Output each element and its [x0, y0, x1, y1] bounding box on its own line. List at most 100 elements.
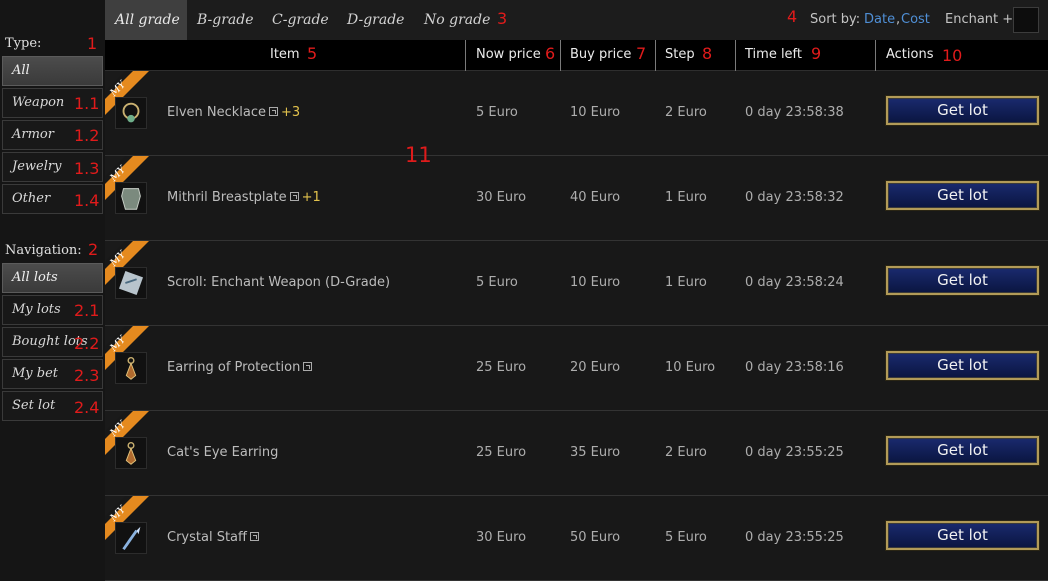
annotation-marker: 2.4	[74, 398, 100, 417]
item-info-icon[interactable]	[289, 192, 299, 201]
time-left-value: 0 day 23:58:38	[745, 105, 844, 120]
item-name[interactable]: Crystal Staff	[167, 530, 262, 545]
get-lot-button[interactable]: Get lot	[886, 181, 1039, 210]
get-lot-button[interactable]: Get lot	[886, 351, 1039, 380]
now-price-value: 25 Euro	[476, 360, 527, 375]
grade-tab-d[interactable]: D-grade	[347, 0, 404, 40]
get-lot-button[interactable]: Get lot	[886, 436, 1039, 465]
item-info-icon[interactable]	[303, 362, 313, 371]
time-left-value: 0 day 23:55:25	[745, 445, 844, 460]
item-info-icon[interactable]	[249, 532, 259, 541]
get-lot-button[interactable]: Get lot	[886, 521, 1039, 550]
column-buy-price[interactable]: Buy price	[570, 47, 631, 62]
column-time-left[interactable]: Time left	[745, 47, 802, 62]
enchant-label: Enchant +	[945, 12, 1014, 27]
item-name-text: Crystal Staff	[167, 530, 247, 545]
navigation-heading: Navigation:	[5, 243, 82, 258]
step-value: 5 Euro	[665, 530, 707, 545]
table-row: MY Scroll: Enchant Weapon (D-Grade) 5 Eu…	[105, 241, 1048, 326]
table-header: Item Now price Buy price Step Time left …	[105, 40, 1048, 71]
item-info-icon[interactable]	[269, 107, 279, 116]
item-name-text: Mithril Breastplate	[167, 190, 287, 205]
annotation-marker: 1	[87, 34, 98, 53]
get-lot-button[interactable]: Get lot	[886, 96, 1039, 125]
item-name-text: Elven Necklace	[167, 105, 267, 120]
earring-icon	[115, 437, 147, 469]
table-row: MY Crystal Staff 30 Euro 50 Euro 5 Euro …	[105, 496, 1048, 581]
step-value: 1 Euro	[665, 190, 707, 205]
annotation-marker: 2	[88, 240, 99, 259]
annotation-marker: 2.1	[74, 301, 100, 320]
grade-tab-c[interactable]: C-grade	[272, 0, 329, 40]
table-row: MY Cat's Eye Earring 25 Euro 35 Euro 2 E…	[105, 411, 1048, 496]
item-name[interactable]: Earring of Protection	[167, 360, 315, 375]
item-name[interactable]: Elven Necklace +3	[167, 105, 300, 120]
breastplate-icon	[115, 182, 147, 214]
annotation-marker: 10	[942, 46, 963, 65]
now-price-value: 25 Euro	[476, 445, 527, 460]
buy-price-value: 40 Euro	[570, 190, 621, 205]
item-name[interactable]: Scroll: Enchant Weapon (D-Grade)	[167, 275, 390, 290]
annotation-marker: 9	[811, 44, 822, 63]
sort-separator: ,	[896, 12, 901, 27]
type-all[interactable]: All	[2, 56, 103, 86]
annotation-marker: 1.2	[74, 126, 100, 145]
sort-label: Sort by:	[810, 12, 861, 27]
buy-price-value: 20 Euro	[570, 360, 621, 375]
annotation-marker: 1.4	[74, 191, 100, 210]
annotation-marker: 4	[787, 7, 798, 26]
time-left-value: 0 day 23:58:24	[745, 275, 844, 290]
annotation-marker: 11	[405, 143, 432, 167]
column-divider	[735, 40, 736, 71]
column-divider	[465, 40, 466, 71]
annotation-marker: 1.1	[74, 94, 100, 113]
now-price-value: 30 Euro	[476, 190, 527, 205]
time-left-value: 0 day 23:58:16	[745, 360, 844, 375]
enchant-level: +1	[301, 190, 321, 205]
table-row: MY Elven Necklace +3 5 Euro 10 Euro 2 Eur…	[105, 71, 1048, 156]
grade-tab-all[interactable]: All grade	[105, 0, 187, 40]
sidebar: Type: All Weapon Armor Jewelry Other Nav…	[0, 0, 104, 581]
annotation-marker: 6	[545, 44, 556, 63]
item-name-text: Cat's Eye Earring	[167, 445, 279, 460]
grade-tab-none[interactable]: No grade	[424, 0, 490, 40]
buy-price-value: 10 Euro	[570, 105, 621, 120]
type-heading: Type:	[5, 36, 42, 51]
now-price-value: 5 Euro	[476, 105, 518, 120]
step-value: 10 Euro	[665, 360, 716, 375]
now-price-value: 30 Euro	[476, 530, 527, 545]
annotation-marker: 8	[702, 44, 713, 63]
step-value: 2 Euro	[665, 445, 707, 460]
table-row: MY Mithril Breastplate +1 30 Euro 40 Euro…	[105, 156, 1048, 241]
annotation-marker: 3	[497, 9, 508, 28]
buy-price-value: 35 Euro	[570, 445, 621, 460]
staff-icon	[115, 522, 147, 554]
now-price-value: 5 Euro	[476, 275, 518, 290]
annotation-marker: 1.3	[74, 159, 100, 178]
column-step[interactable]: Step	[665, 47, 695, 62]
enchant-input[interactable]	[1013, 7, 1039, 33]
grade-tab-b[interactable]: B-grade	[197, 0, 254, 40]
annotation-marker: 5	[307, 44, 318, 63]
sort-by-cost-link[interactable]: Cost	[901, 12, 930, 27]
item-name[interactable]: Mithril Breastplate +1	[167, 190, 321, 205]
sort-by-date-link[interactable]: Date	[864, 12, 895, 27]
column-divider	[655, 40, 656, 71]
annotation-marker: 2.2	[74, 334, 100, 353]
column-actions: Actions	[886, 47, 934, 62]
column-now-price[interactable]: Now price	[476, 47, 541, 62]
item-name-text: Scroll: Enchant Weapon (D-Grade)	[167, 275, 391, 290]
get-lot-button[interactable]: Get lot	[886, 266, 1039, 295]
nav-all-lots[interactable]: All lots	[2, 263, 103, 293]
annotation-marker: 2.3	[74, 366, 100, 385]
item-name[interactable]: Cat's Eye Earring	[167, 445, 278, 460]
column-item[interactable]: Item	[270, 47, 300, 62]
necklace-icon	[115, 97, 147, 129]
buy-price-value: 50 Euro	[570, 530, 621, 545]
enchant-level: +3	[281, 105, 301, 120]
column-divider	[560, 40, 561, 71]
scroll-icon	[115, 267, 147, 299]
table-row: MY Earring of Protection 25 Euro 20 Euro…	[105, 326, 1048, 411]
column-divider	[875, 40, 876, 71]
item-name-text: Earring of Protection	[167, 360, 301, 375]
